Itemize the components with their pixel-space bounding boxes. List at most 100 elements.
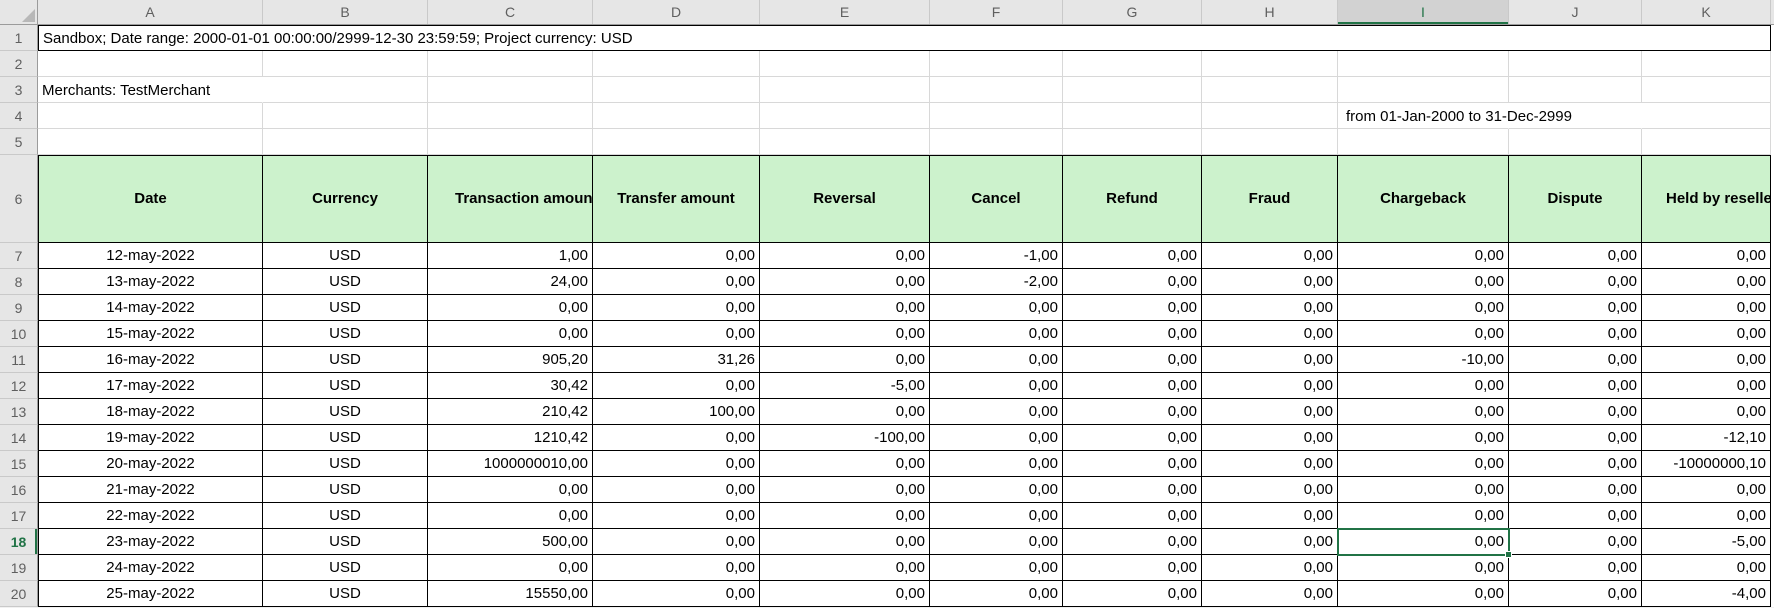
cell-H19[interactable]: 0,00	[1202, 555, 1338, 581]
cell-H18[interactable]: 0,00	[1202, 529, 1338, 555]
cell-H13[interactable]: 0,00	[1202, 399, 1338, 425]
cell-C9[interactable]: 0,00	[428, 295, 593, 321]
cell-C7[interactable]: 1,00	[428, 243, 593, 269]
cell-C13[interactable]: 210,42	[428, 399, 593, 425]
cell-H2[interactable]	[1202, 51, 1338, 77]
cell-G19[interactable]: 0,00	[1063, 555, 1202, 581]
cell-D17[interactable]: 0,00	[593, 503, 760, 529]
cell-J2[interactable]	[1509, 51, 1642, 77]
cell-B2[interactable]	[263, 51, 428, 77]
table-header-J[interactable]: Dispute	[1509, 155, 1642, 243]
cell-E5[interactable]	[760, 129, 930, 155]
cell-I17[interactable]: 0,00	[1338, 503, 1509, 529]
cell-C20[interactable]: 15550,00	[428, 581, 593, 607]
cell-H10[interactable]: 0,00	[1202, 321, 1338, 347]
table-header-G[interactable]: Refund	[1063, 155, 1202, 243]
cell-A13[interactable]: 18-may-2022	[38, 399, 263, 425]
cell-G17[interactable]: 0,00	[1063, 503, 1202, 529]
cell-G14[interactable]: 0,00	[1063, 425, 1202, 451]
cell-B17[interactable]: USD	[263, 503, 428, 529]
column-header-I[interactable]: I	[1338, 0, 1509, 24]
cell-C8[interactable]: 24,00	[428, 269, 593, 295]
cell-A15[interactable]: 20-may-2022	[38, 451, 263, 477]
cell-J13[interactable]: 0,00	[1509, 399, 1642, 425]
cell-A17[interactable]: 22-may-2022	[38, 503, 263, 529]
cell-G10[interactable]: 0,00	[1063, 321, 1202, 347]
row-header-1[interactable]: 1	[0, 25, 38, 51]
cell-H11[interactable]: 0,00	[1202, 347, 1338, 373]
cell-I19[interactable]: 0,00	[1338, 555, 1509, 581]
cell-C15[interactable]: 1000000010,00	[428, 451, 593, 477]
cell-B8[interactable]: USD	[263, 269, 428, 295]
cell-H9[interactable]: 0,00	[1202, 295, 1338, 321]
row-header-12[interactable]: 12	[0, 373, 38, 399]
cell-I5[interactable]	[1338, 129, 1509, 155]
cell-F17[interactable]: 0,00	[930, 503, 1063, 529]
cell-C11[interactable]: 905,20	[428, 347, 593, 373]
cell-C5[interactable]	[428, 129, 593, 155]
cell-I7[interactable]: 0,00	[1338, 243, 1509, 269]
cell-H5[interactable]	[1202, 129, 1338, 155]
cell-A14[interactable]: 19-may-2022	[38, 425, 263, 451]
cell-C3[interactable]	[428, 77, 593, 103]
row-header-8[interactable]: 8	[0, 269, 38, 295]
row-header-7[interactable]: 7	[0, 243, 38, 269]
cell-E17[interactable]: 0,00	[760, 503, 930, 529]
cell-F12[interactable]: 0,00	[930, 373, 1063, 399]
cell-C12[interactable]: 30,42	[428, 373, 593, 399]
cell-C18[interactable]: 500,00	[428, 529, 593, 555]
cell-F18[interactable]: 0,00	[930, 529, 1063, 555]
cell-G18[interactable]: 0,00	[1063, 529, 1202, 555]
cell-B16[interactable]: USD	[263, 477, 428, 503]
cell-E10[interactable]: 0,00	[760, 321, 930, 347]
cell-K3[interactable]	[1642, 77, 1771, 103]
cell-B15[interactable]: USD	[263, 451, 428, 477]
table-header-C[interactable]: Transaction amount	[428, 155, 593, 243]
cell-E19[interactable]: 0,00	[760, 555, 930, 581]
cell-F20[interactable]: 0,00	[930, 581, 1063, 607]
cell-J7[interactable]: 0,00	[1509, 243, 1642, 269]
cell-G3[interactable]	[1063, 77, 1202, 103]
cell-G15[interactable]: 0,00	[1063, 451, 1202, 477]
cell-H3[interactable]	[1202, 77, 1338, 103]
cell-H7[interactable]: 0,00	[1202, 243, 1338, 269]
cell-J11[interactable]: 0,00	[1509, 347, 1642, 373]
cell-J12[interactable]: 0,00	[1509, 373, 1642, 399]
cell-K16[interactable]: 0,00	[1642, 477, 1771, 503]
column-header-F[interactable]: F	[930, 0, 1063, 24]
cell-G11[interactable]: 0,00	[1063, 347, 1202, 373]
cell-B12[interactable]: USD	[263, 373, 428, 399]
cell-K19[interactable]: 0,00	[1642, 555, 1771, 581]
cell-B7[interactable]: USD	[263, 243, 428, 269]
cell-I16[interactable]: 0,00	[1338, 477, 1509, 503]
cell-E14[interactable]: -100,00	[760, 425, 930, 451]
cell-A1[interactable]: Sandbox; Date range: 2000-01-01 00:00:00…	[38, 25, 1771, 51]
cell-C14[interactable]: 1210,42	[428, 425, 593, 451]
row-header-17[interactable]: 17	[0, 503, 38, 529]
cell-K7[interactable]: 0,00	[1642, 243, 1771, 269]
cell-C10[interactable]: 0,00	[428, 321, 593, 347]
cell-D8[interactable]: 0,00	[593, 269, 760, 295]
cell-G20[interactable]: 0,00	[1063, 581, 1202, 607]
cell-I18[interactable]: 0,00	[1338, 529, 1509, 555]
cell-J16[interactable]: 0,00	[1509, 477, 1642, 503]
cell-F10[interactable]: 0,00	[930, 321, 1063, 347]
cell-H16[interactable]: 0,00	[1202, 477, 1338, 503]
row-header-14[interactable]: 14	[0, 425, 38, 451]
column-header-K[interactable]: K	[1642, 0, 1771, 24]
cell-B10[interactable]: USD	[263, 321, 428, 347]
cell-D19[interactable]: 0,00	[593, 555, 760, 581]
cell-F3[interactable]	[930, 77, 1063, 103]
column-header-B[interactable]: B	[263, 0, 428, 24]
cell-G12[interactable]: 0,00	[1063, 373, 1202, 399]
cell-E16[interactable]: 0,00	[760, 477, 930, 503]
table-header-F[interactable]: Cancel	[930, 155, 1063, 243]
cell-E20[interactable]: 0,00	[760, 581, 930, 607]
cell-J9[interactable]: 0,00	[1509, 295, 1642, 321]
cell-A20[interactable]: 25-may-2022	[38, 581, 263, 607]
cell-G4[interactable]	[1063, 103, 1202, 129]
cell-D5[interactable]	[593, 129, 760, 155]
cell-F19[interactable]: 0,00	[930, 555, 1063, 581]
cell-J10[interactable]: 0,00	[1509, 321, 1642, 347]
cell-E12[interactable]: -5,00	[760, 373, 930, 399]
